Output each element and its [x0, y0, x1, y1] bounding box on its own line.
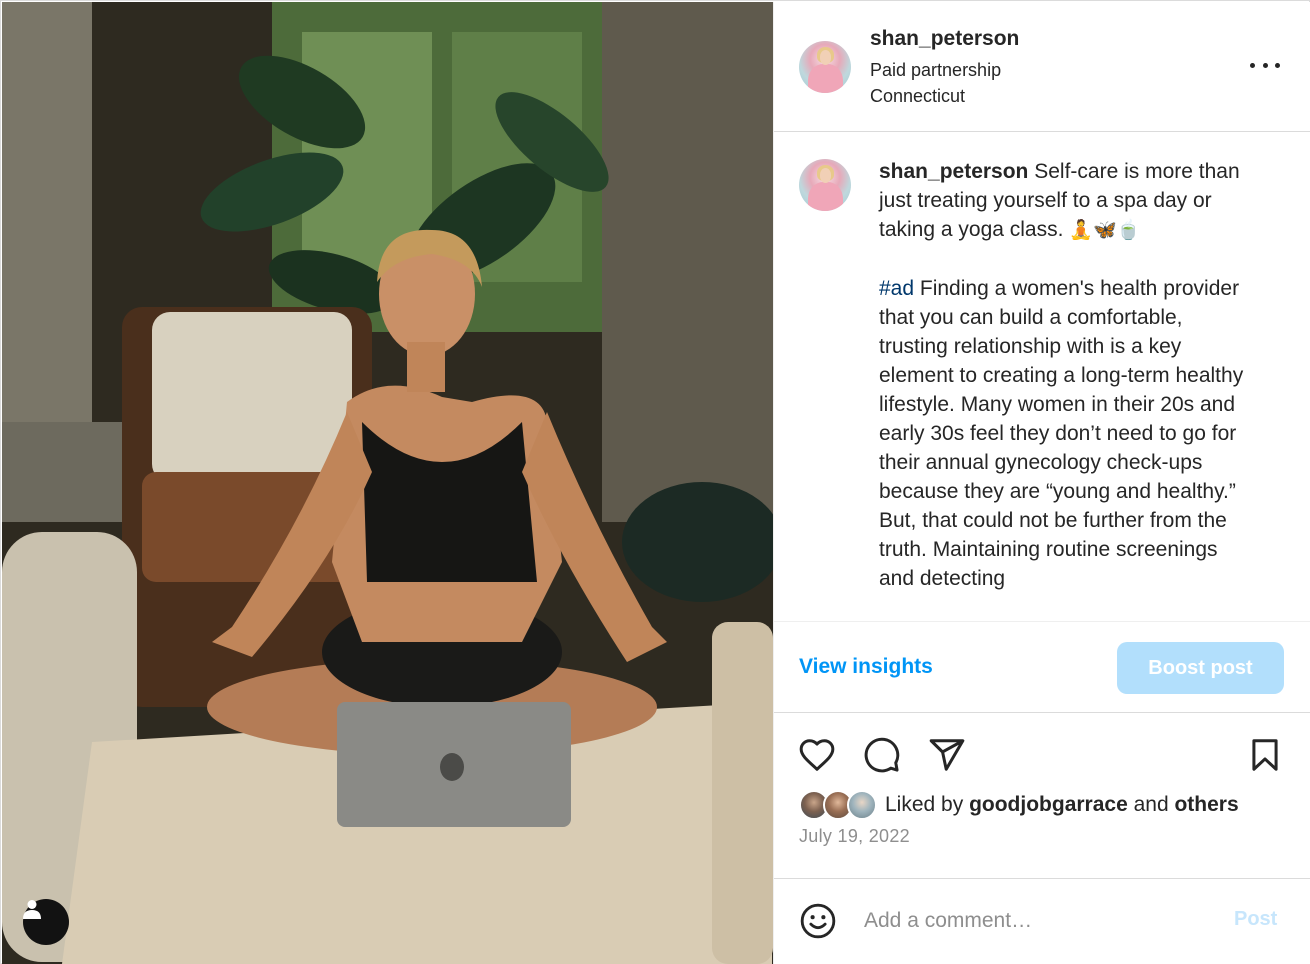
post-details-panel: shan_peterson Paid partnership Connectic…	[773, 2, 1310, 964]
user-tag-icon	[23, 900, 41, 919]
liked-by-text: Liked by goodjobgarrace and others	[885, 793, 1239, 817]
comment-icon[interactable]	[863, 736, 901, 774]
caption-body: Finding a women's health provider that y…	[879, 277, 1244, 590]
caption-section: shan_peterson Self-care is more than jus…	[774, 133, 1310, 621]
more-options-icon[interactable]	[1250, 55, 1280, 75]
heart-icon[interactable]	[798, 736, 836, 774]
likes-summary: Liked by goodjobgarrace and others	[799, 788, 1239, 822]
boost-post-button[interactable]: Boost post	[1117, 642, 1284, 694]
hashtag-link[interactable]: #ad	[879, 277, 914, 300]
yoga-photo-illustration	[2, 2, 773, 964]
insights-bar: View insights Boost post	[774, 621, 1310, 713]
location-link[interactable]: Connecticut	[870, 86, 965, 107]
post-header: shan_peterson Paid partnership Connectic…	[774, 2, 1310, 132]
comment-input[interactable]	[864, 904, 1194, 938]
liked-by-others[interactable]: others	[1174, 793, 1238, 816]
post-photo[interactable]	[2, 2, 773, 964]
share-icon[interactable]	[928, 736, 966, 774]
liked-by-connector: and	[1127, 793, 1175, 816]
view-insights-link[interactable]: View insights	[799, 655, 933, 679]
caption-username[interactable]: shan_peterson	[879, 160, 1028, 183]
post-modal: shan_peterson Paid partnership Connectic…	[0, 0, 1310, 964]
user-tag-button[interactable]	[23, 899, 69, 945]
liked-by-user[interactable]: goodjobgarrace	[969, 793, 1128, 816]
paid-partnership-label[interactable]: Paid partnership	[870, 60, 1001, 81]
liked-by-prefix: Liked by	[885, 793, 970, 816]
caption-avatar[interactable]	[799, 159, 851, 211]
liker-avatar[interactable]	[847, 790, 877, 820]
header-username[interactable]: shan_peterson	[870, 27, 1019, 51]
avatar[interactable]	[799, 41, 851, 93]
caption-text: shan_peterson Self-care is more than jus…	[879, 157, 1254, 593]
post-actions: Liked by goodjobgarrace and others July …	[774, 714, 1310, 879]
post-comment-button[interactable]: Post	[1234, 908, 1277, 931]
smiley-icon[interactable]	[799, 902, 837, 940]
post-date[interactable]: July 19, 2022	[799, 826, 910, 847]
caption-emojis: 🧘🦋🍵	[1069, 219, 1141, 241]
comment-bar: Post	[774, 880, 1310, 964]
bookmark-icon[interactable]	[1246, 736, 1284, 774]
